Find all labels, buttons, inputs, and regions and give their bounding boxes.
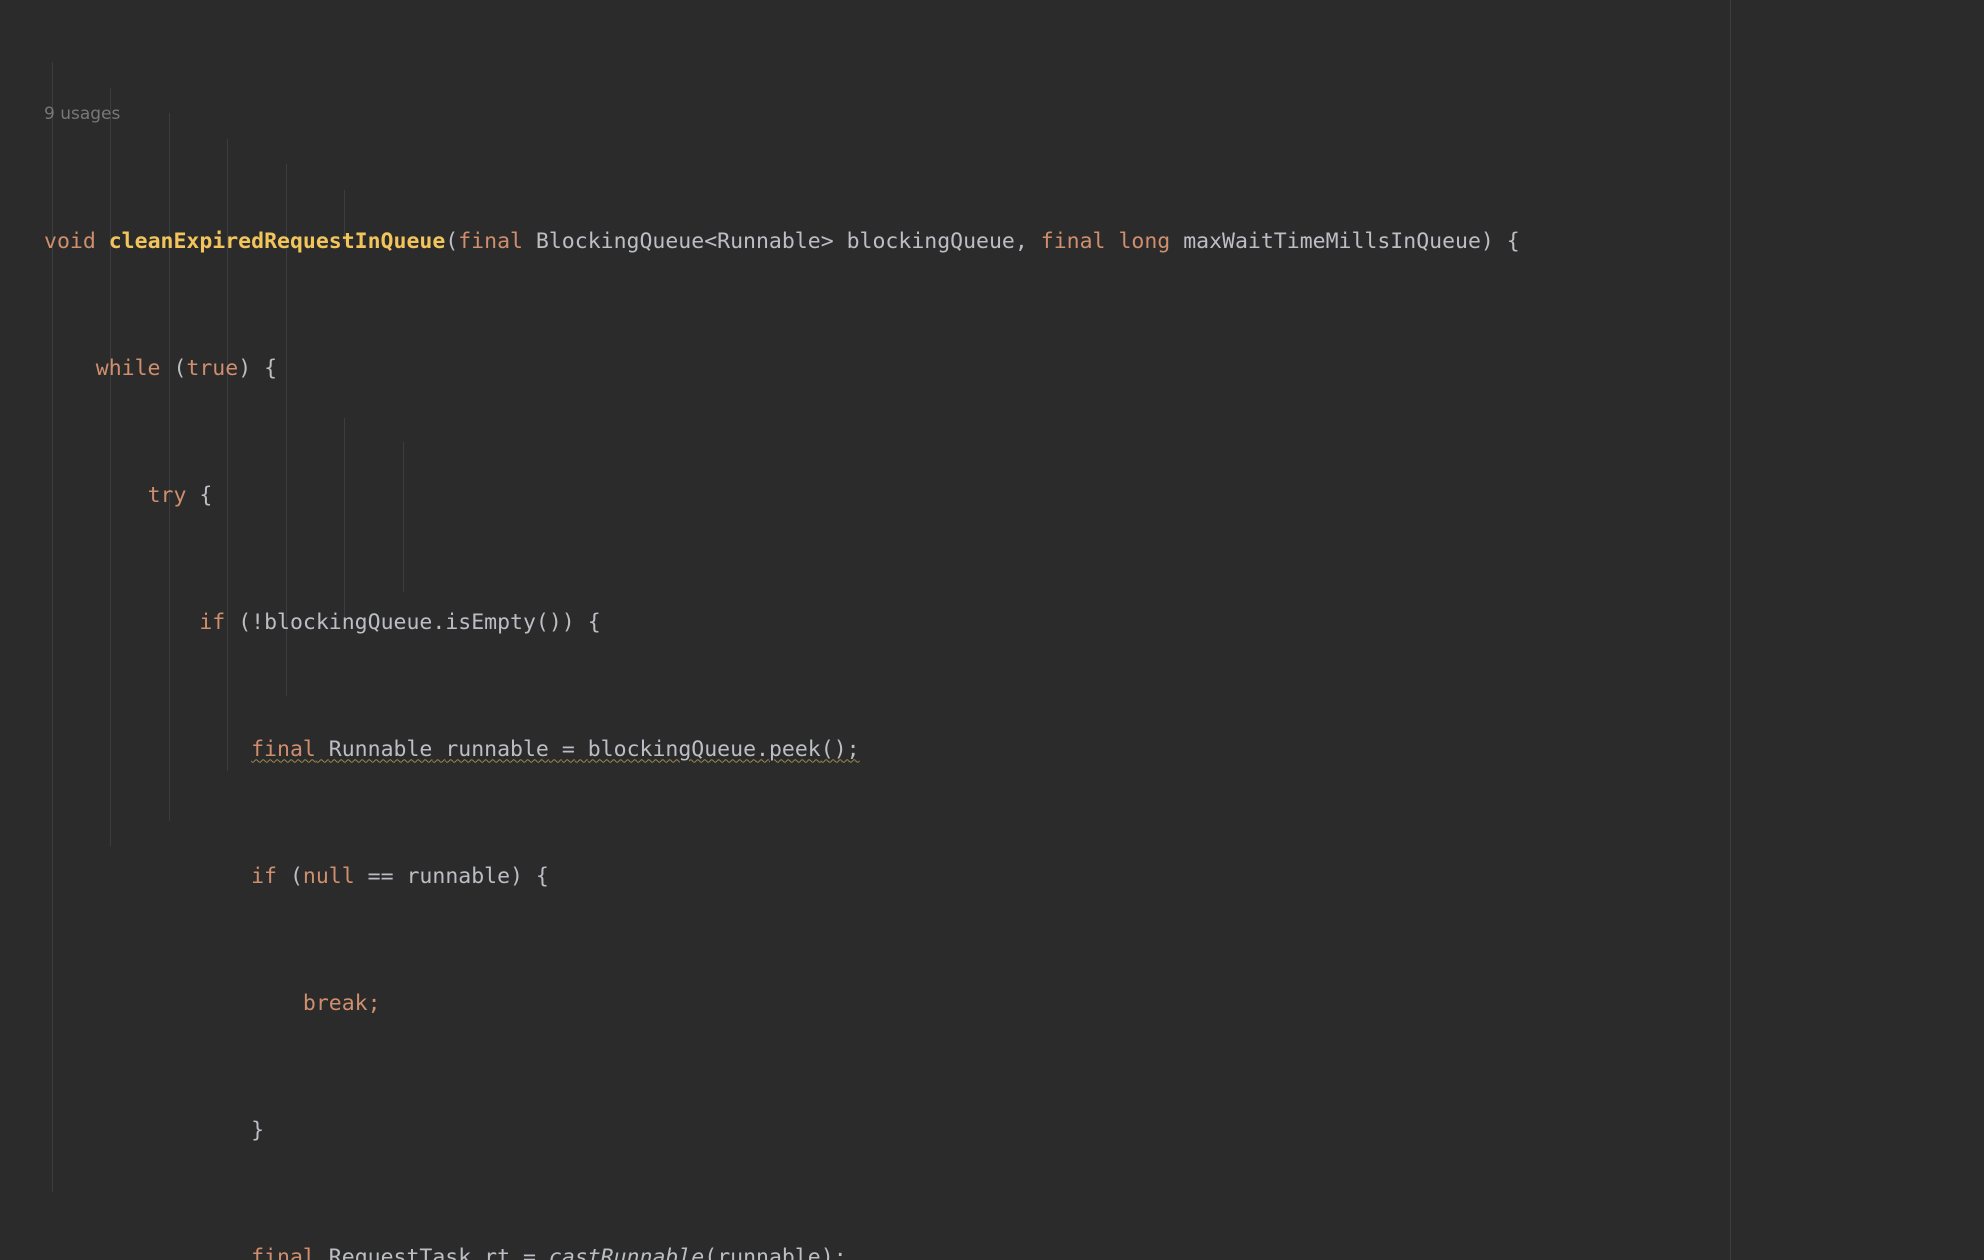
code-line[interactable]: if (null == runnable) { bbox=[0, 864, 1984, 889]
code-content[interactable]: 9 usages void cleanExpiredRequestInQueue… bbox=[0, 0, 1984, 1260]
code-line[interactable]: try { bbox=[0, 483, 1984, 508]
code-editor[interactable]: 9 usages void cleanExpiredRequestInQueue… bbox=[0, 0, 1984, 1260]
usages-inlay-hint[interactable]: 9 usages bbox=[0, 102, 1984, 127]
code-line[interactable]: while (true) { bbox=[0, 356, 1984, 381]
code-line[interactable]: final RequestTask rt = castRunnable(runn… bbox=[0, 1245, 1984, 1260]
code-line[interactable]: if (!blockingQueue.isEmpty()) { bbox=[0, 610, 1984, 635]
code-line[interactable]: break; bbox=[0, 991, 1984, 1016]
code-line[interactable]: } bbox=[0, 1118, 1984, 1143]
code-line[interactable]: void cleanExpiredRequestInQueue(final Bl… bbox=[0, 229, 1984, 254]
code-line[interactable]: final Runnable runnable = blockingQueue.… bbox=[0, 737, 1984, 762]
